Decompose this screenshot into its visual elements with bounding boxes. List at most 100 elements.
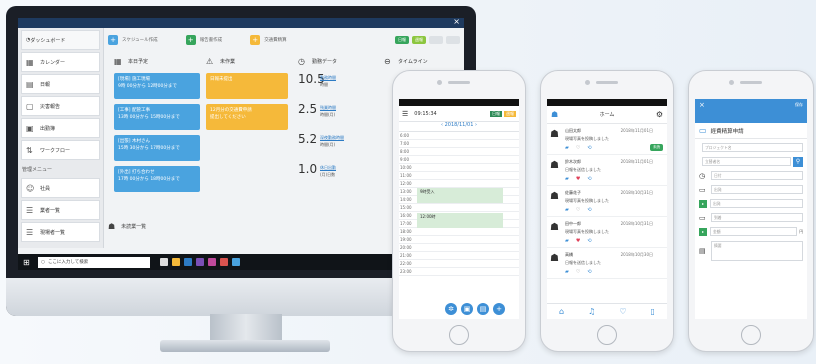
heart-icon[interactable]: ♡: [576, 269, 580, 275]
home-icon[interactable]: ⌂: [559, 307, 564, 316]
amount-input[interactable]: 金額: [710, 227, 798, 236]
departure-input[interactable]: 出発: [711, 185, 803, 194]
home-button[interactable]: [597, 325, 617, 345]
clock-icon: ◷: [699, 171, 706, 180]
schedule-card[interactable]: [現場] 施工現場 9時 00分から 12時00分まで: [114, 73, 200, 99]
sidebar-item-attendance[interactable]: ▣ 出勤簿: [21, 118, 100, 138]
calendar-event[interactable]: 12:00時: [417, 213, 503, 228]
next-icon[interactable]: ›: [475, 122, 477, 128]
person-icon: ☺: [26, 183, 35, 193]
gear-icon[interactable]: ⚙: [656, 110, 663, 119]
user-icon[interactable]: ☗: [551, 110, 558, 119]
heart-icon[interactable]: ♡: [576, 207, 580, 213]
option-button[interactable]: [429, 36, 443, 44]
app-icon[interactable]: [184, 258, 192, 266]
list-item[interactable]: ☗ 佐藤花子 現場写真を投稿しました 2018年10月31日 ▰ ♡ ⟲: [547, 186, 667, 217]
sidebar-item-vendors[interactable]: ☰ 業者一覧: [21, 200, 100, 220]
date-input[interactable]: 日付: [711, 171, 803, 180]
app-icon[interactable]: [208, 258, 216, 266]
todo-card[interactable]: 12月分の交通費申請 提出してください: [206, 104, 288, 130]
route-input[interactable]: 出発: [710, 199, 803, 208]
home-button[interactable]: [741, 325, 761, 345]
list-item[interactable]: ☗ 山田太郎 現場写真を投稿しました 2018年11月01日 ▰ ♡ ⟲ 未読: [547, 124, 667, 155]
card-time: 15時 30分から 17時00分まで: [118, 146, 180, 151]
search-icon[interactable]: ⚲: [793, 156, 803, 167]
comment-icon[interactable]: ▰: [565, 176, 569, 182]
prev-icon[interactable]: ‹: [441, 122, 443, 128]
heart-icon[interactable]: ♥: [576, 176, 580, 182]
app-icon[interactable]: [196, 258, 204, 266]
stat-link[interactable]: 休日出勤: [320, 165, 336, 170]
comment-icon[interactable]: ▰: [565, 269, 569, 275]
option-button[interactable]: [446, 36, 460, 44]
schedule-card[interactable]: [工事] 配管工事 13時 00分から 15時00分まで: [114, 104, 200, 130]
stat-number: 5.2: [298, 132, 318, 146]
sidebar-item-daily-report[interactable]: ▤ 日報: [21, 74, 100, 94]
share-icon[interactable]: ⟲: [587, 145, 591, 151]
stat-link[interactable]: 残業時間: [320, 105, 336, 110]
comment-icon[interactable]: ▰: [565, 238, 569, 244]
app-icon[interactable]: [160, 258, 168, 266]
app-icon[interactable]: [232, 258, 240, 266]
photo-icon[interactable]: ▣: [461, 303, 473, 315]
sidebar-item-disaster-report[interactable]: ▢ 災害報告: [21, 96, 100, 116]
settings-icon[interactable]: ✲: [445, 303, 457, 315]
taskbar-search-input[interactable]: ○ ここに入力して検索: [38, 256, 150, 268]
message-actions: ▰ ♡ ⟲: [565, 145, 599, 151]
schedule-card[interactable]: [外出] 打ち合わせ 17時 00分から 18時00分まで: [114, 166, 200, 192]
arrival-input[interactable]: 到着: [711, 213, 803, 222]
close-icon[interactable]: ×: [699, 101, 705, 109]
todo-card[interactable]: 日報未提出: [206, 73, 288, 99]
message-date: 2018年11月01日: [620, 159, 653, 164]
document-icon[interactable]: ▤: [477, 303, 489, 315]
create-report-button[interactable]: + 報告書作成: [185, 35, 222, 45]
menu-icon[interactable]: ☰: [402, 110, 408, 118]
create-schedule-button[interactable]: + スケジュール作成: [108, 35, 158, 45]
heart-icon[interactable]: ♡: [619, 307, 626, 316]
stat-link[interactable]: 深夜勤務時間: [320, 135, 344, 140]
sidebar-item-calendar[interactable]: ▦ カレンダー: [21, 52, 100, 72]
windows-start-icon[interactable]: ⊞: [23, 258, 32, 267]
schedule-card[interactable]: [出張] 木村さん 15時 30分から 17時00分まで: [114, 135, 200, 161]
calendar-event[interactable]: 9時受入: [417, 188, 503, 203]
heart-icon[interactable]: ♥: [576, 238, 580, 244]
share-icon[interactable]: ⟲: [587, 269, 591, 275]
weekly-button[interactable]: 週報: [412, 36, 426, 44]
sidebar-item-dashboard[interactable]: ◔ ダッシュボード: [21, 30, 100, 50]
hour-row: 19:00: [399, 236, 519, 244]
share-icon[interactable]: ⟲: [587, 238, 591, 244]
unread-label: 未読業一覧: [121, 224, 147, 230]
stat-link[interactable]: 勤務時間: [320, 75, 336, 80]
document-icon[interactable]: ▯: [651, 307, 655, 316]
plus-icon: +: [185, 35, 196, 45]
share-icon[interactable]: ⟲: [587, 176, 591, 182]
weekly-button[interactable]: 週報: [504, 110, 516, 117]
daily-button[interactable]: 日報: [395, 36, 409, 44]
list-item[interactable]: ☗ 鈴木次郎 日報を送信しました 2018年11月01日 ▰ ♥ ⟲: [547, 155, 667, 186]
daily-button[interactable]: 日報: [490, 110, 502, 117]
bell-icon[interactable]: ♫: [588, 307, 595, 316]
hour-row: 21:00: [399, 252, 519, 260]
comment-icon[interactable]: ▰: [565, 207, 569, 213]
heart-icon[interactable]: ♡: [576, 145, 580, 151]
chip-label: 交通費精算: [264, 38, 287, 43]
sidebar-item-workflow[interactable]: ⇅ ワークフロー: [21, 140, 100, 160]
close-icon[interactable]: ×: [453, 18, 460, 26]
save-button[interactable]: 保存: [795, 102, 803, 108]
comment-icon[interactable]: ▰: [565, 145, 569, 151]
timeline-header: ⊖ タイムライン: [384, 54, 460, 68]
add-icon[interactable]: +: [493, 303, 505, 315]
app-icon[interactable]: [172, 258, 180, 266]
sidebar-item-staff[interactable]: ☺ 社員: [21, 178, 100, 198]
app-icon[interactable]: [220, 258, 228, 266]
list-item[interactable]: ☗ 高橋 日報を送信しました 2018年10月30日 ▰ ♡ ⟲: [547, 248, 667, 279]
project-input[interactable]: プロジェクト名: [702, 143, 803, 152]
memo-input[interactable]: 摘要: [711, 241, 803, 261]
expense-button[interactable]: + 交通費精算: [250, 35, 287, 45]
hour-row: 10:00: [399, 164, 519, 172]
payer-input[interactable]: 立替者名: [702, 157, 791, 166]
sidebar-item-sites[interactable]: ☰ 現場者一覧: [21, 222, 100, 242]
home-button[interactable]: [449, 325, 469, 345]
share-icon[interactable]: ⟲: [587, 207, 591, 213]
list-item[interactable]: ☗ 田中一郎 現場写真を投稿しました 2018年10月31日 ▰ ♥ ⟲: [547, 217, 667, 248]
